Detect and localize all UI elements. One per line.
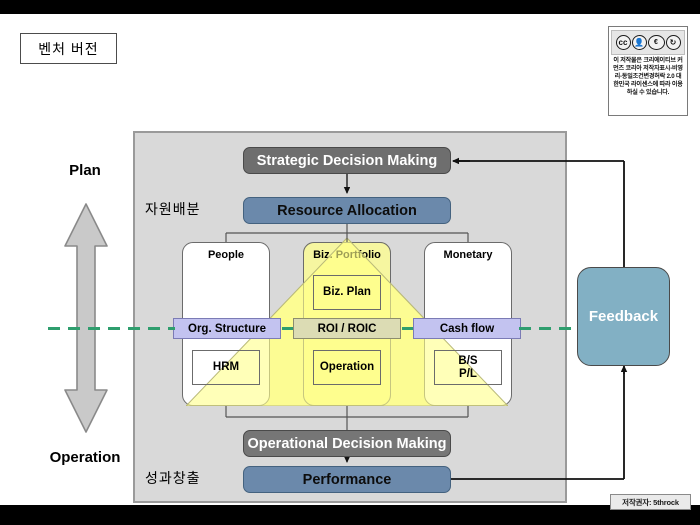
box-feedback[interactable]: Feedback: [577, 267, 670, 366]
screenshot-canvas: 벤처 버전 cc 👤 € ↻ 이 저작물은 크리에이티브 커먼즈 코리아 저작자…: [0, 0, 700, 525]
box-resource-allocation[interactable]: Resource Allocation: [243, 197, 451, 224]
box-performance[interactable]: Performance: [243, 466, 451, 493]
box-operational-decision-making[interactable]: Operational Decision Making: [243, 430, 451, 457]
slide-page: 벤처 버전 cc 👤 € ↻ 이 저작물은 크리에이티브 커먼즈 코리아 저작자…: [0, 14, 700, 510]
box-strategic-decision-making[interactable]: Strategic Decision Making: [243, 147, 451, 174]
